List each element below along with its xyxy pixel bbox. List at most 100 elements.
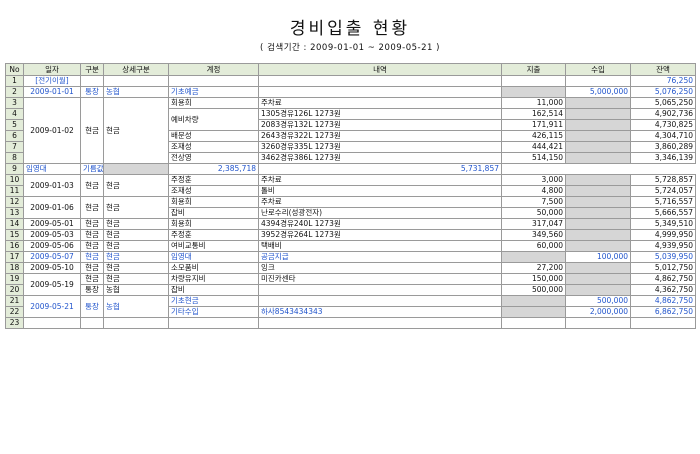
column-header-expense: 지출	[501, 63, 566, 76]
table-row: 12 2009-01-06 현금 현금 회용희 주차료 7,500 5,716,557	[5, 196, 696, 219]
account-cell: 잡비	[168, 207, 259, 219]
type-cell: 현금	[80, 273, 104, 285]
date-cell: 2009-05-10	[23, 262, 81, 274]
account-cell	[168, 317, 259, 329]
row-number: 17	[5, 251, 24, 263]
account-cell: 임영대	[168, 251, 259, 263]
account-cell	[168, 75, 259, 87]
account-cell: 소모품비	[168, 262, 259, 274]
date-cell: 2009-01-06	[23, 196, 81, 219]
balance-cell: 4,939,950	[630, 240, 696, 252]
balance-cell: 5,012,750	[630, 262, 696, 274]
expense-cell	[501, 295, 566, 307]
expense-cell: 150,000	[501, 273, 566, 285]
balance-cell: 6,862,750	[630, 306, 696, 318]
balance-cell: 4,862,750	[630, 295, 696, 307]
income-cell: 2,385,718	[168, 163, 259, 175]
row-number: 1	[5, 75, 24, 87]
search-period: ( 검색기간 : 2009-01-01 ~ 2009-05-21 )	[260, 43, 440, 53]
income-cell	[565, 317, 631, 329]
income-cell	[565, 207, 631, 219]
detail-type-cell: 현금	[103, 251, 169, 263]
date-cell: 2009-01-02	[23, 97, 81, 164]
description-cell	[258, 284, 502, 296]
income-cell: 500,000	[565, 295, 631, 307]
column-header-detail-type: 상세구분	[103, 63, 169, 76]
row-number: 18	[5, 262, 24, 274]
balance-cell: 4,304,710	[630, 130, 696, 142]
date-cell: 2009-05-07	[23, 251, 81, 263]
description-cell: 난로수리(성광전자)	[258, 207, 502, 219]
row-number: 16	[5, 240, 24, 252]
date-cell: 2009-05-01	[23, 218, 81, 230]
balance-cell: 5,666,557	[630, 207, 696, 219]
column-header-type: 구분	[80, 63, 104, 76]
account-cell: 예비차량	[168, 108, 259, 131]
account-cell: 조재성	[168, 141, 259, 153]
description-cell: 기름값지급	[80, 163, 104, 175]
detail-type-cell	[103, 317, 169, 329]
account-cell: 조재성	[168, 185, 259, 197]
column-header-no: No	[5, 63, 24, 76]
description-cell	[258, 75, 502, 87]
column-header-income: 수입	[565, 63, 631, 76]
expense-cell: 317,047	[501, 218, 566, 230]
balance-cell: 4,902,736	[630, 108, 696, 120]
expense-cell: 349,560	[501, 229, 566, 241]
date-cell: 2009-01-01	[23, 86, 81, 98]
detail-type-cell: 현금	[103, 273, 169, 285]
account-cell: 차량유지비	[168, 273, 259, 285]
row-number: 10	[5, 174, 24, 186]
income-cell	[565, 185, 631, 197]
description-cell	[258, 317, 502, 329]
table-row: 3 2009-01-02 현금 현금 회용희 주차료 11,000 5,065,250	[5, 97, 696, 164]
balance-cell: 4,362,750	[630, 284, 696, 296]
account-cell: 회용희	[168, 218, 259, 230]
income-cell	[565, 240, 631, 252]
description-cell: 하사8543434343	[258, 306, 502, 318]
table-row: 15 2009-05-03 현금 현금 주정훈 3952경유264L 1273원 349,5…	[5, 229, 696, 241]
row-number: 20	[5, 284, 24, 296]
row-number: 5	[5, 119, 24, 131]
table-row: 16 2009-05-06 현금 현금 여비교통비 택배비 60,000 4,939,950	[5, 240, 696, 252]
expense-cell: 171,911	[501, 119, 566, 131]
detail-type-cell: 현금	[103, 97, 169, 164]
account-cell: 주정훈	[168, 174, 259, 186]
balance-cell	[630, 317, 696, 329]
balance-cell: 3,860,289	[630, 141, 696, 153]
income-cell	[565, 273, 631, 285]
row-number: 23	[5, 317, 24, 329]
type-cell	[80, 75, 104, 87]
table-row: 9임영대기름값지급 2,385,7185,731,857	[5, 163, 696, 175]
description-cell: 택배비	[258, 240, 502, 252]
column-header-balance: 잔액	[630, 63, 696, 76]
income-cell: 2,000,000	[565, 306, 631, 318]
expense-cell: 27,200	[501, 262, 566, 274]
income-cell	[565, 196, 631, 208]
column-header-account: 계정	[168, 63, 259, 76]
row-number: 14	[5, 218, 24, 230]
table-row: 17 2009-05-07 현금 현금 임영대 공금지급 100,000 5,039,950	[5, 251, 696, 263]
description-cell: 주차료	[258, 97, 502, 109]
expense-cell	[103, 163, 169, 175]
column-header-description: 내역	[258, 63, 502, 76]
income-cell	[565, 141, 631, 153]
type-cell: 현금	[80, 218, 104, 230]
type-cell: 현금	[80, 196, 104, 219]
row-number: 9	[5, 163, 24, 175]
description-cell: 주차료	[258, 196, 502, 208]
detail-type-cell: 현금	[103, 196, 169, 219]
table-row: 2 2009-01-01 통장 농협 기초예금 5,000,000 5,076,250	[5, 86, 696, 98]
row-number: 4	[5, 108, 24, 120]
description-cell: 1305경유126L 1273원	[258, 108, 502, 120]
expense-cell: 60,000	[501, 240, 566, 252]
income-cell	[565, 130, 631, 142]
balance-cell: 76,250	[630, 75, 696, 87]
account-cell: 회용희	[168, 97, 259, 109]
row-number: 11	[5, 185, 24, 197]
income-cell: 100,000	[565, 251, 631, 263]
type-cell: 현금	[80, 262, 104, 274]
account-cell: 주정훈	[168, 229, 259, 241]
description-cell: 2643경유322L 1273원	[258, 130, 502, 142]
income-cell	[565, 218, 631, 230]
